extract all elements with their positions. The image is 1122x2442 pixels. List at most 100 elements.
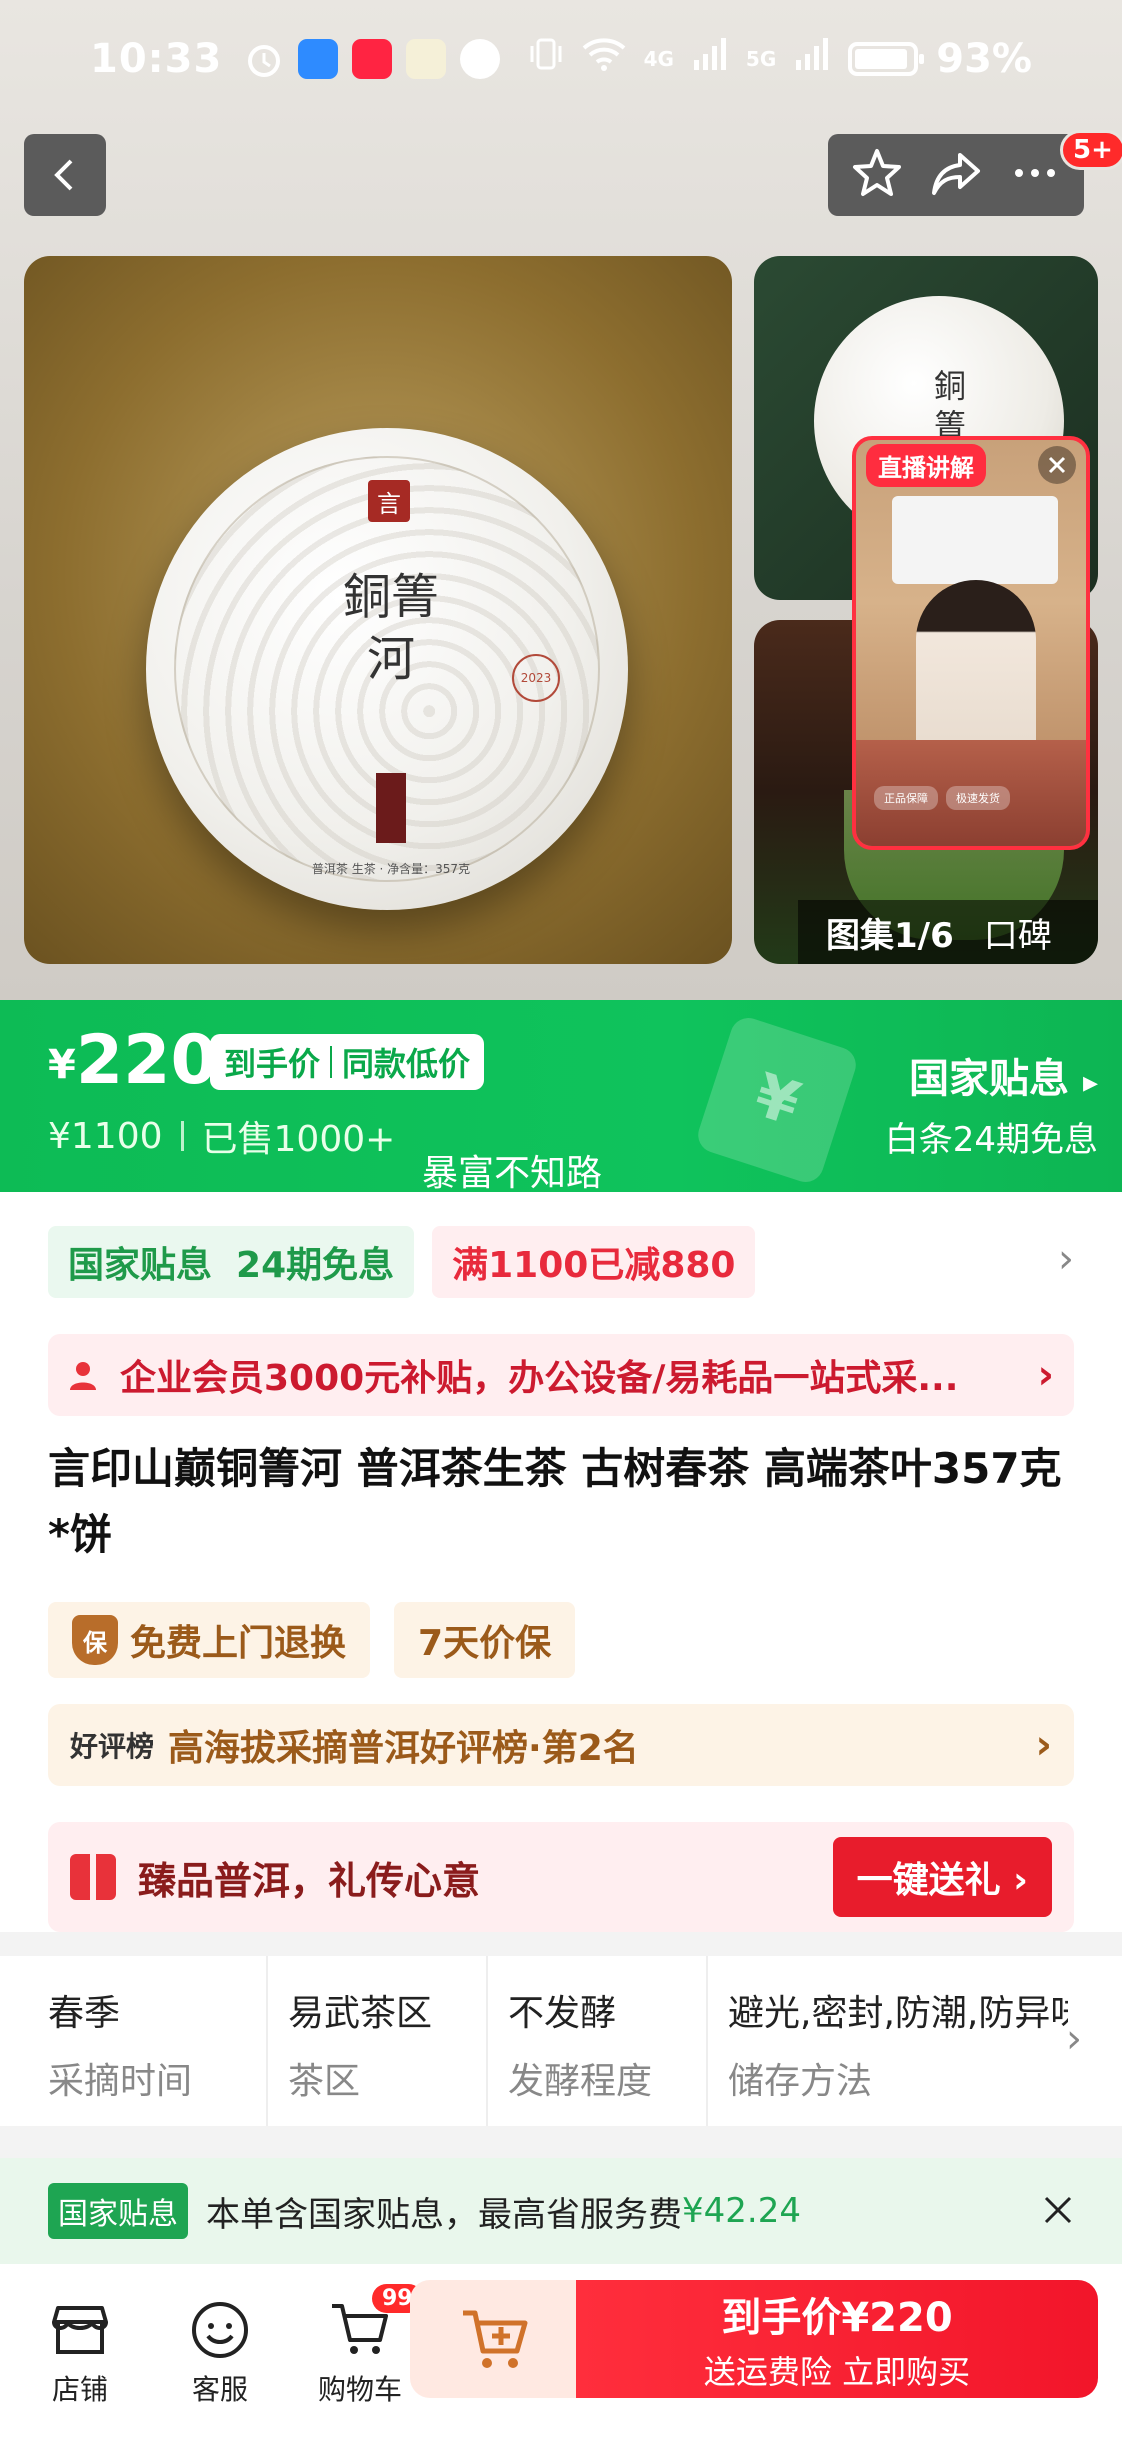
service-row: 保 免费上门退换 7天价保: [48, 1602, 576, 1678]
share-button[interactable]: [930, 147, 982, 203]
add-to-cart-button[interactable]: [410, 2280, 580, 2398]
sold-count: 已售1000+: [201, 1119, 396, 1160]
price-tag-1: 到手价: [224, 1045, 321, 1083]
chevron-right-icon: ›: [1037, 1352, 1054, 1398]
live-tag: 直播讲解: [866, 443, 986, 487]
chevron-right-icon[interactable]: ›: [1066, 2016, 1082, 2062]
product-title: 言印山巅铜箐河 普洱茶生茶 古树春茶 高端茶叶357克*饼: [48, 1444, 1062, 1559]
store-button[interactable]: 店铺: [20, 2298, 140, 2408]
send-gift-label: 一键送礼: [856, 1860, 1001, 1901]
send-gift-button[interactable]: 一键送礼 ›: [832, 1837, 1052, 1917]
attr-key: 储存方法: [728, 2061, 873, 2102]
promo-discount[interactable]: 满1100已减880: [432, 1226, 756, 1298]
live-header: 直播讲解: [856, 440, 1086, 490]
rank-bar[interactable]: 好评榜 高海拔采摘普洱好评榜·第2名 ›: [48, 1704, 1074, 1786]
price-tag-separator: [330, 1046, 333, 1078]
battery-icon: [848, 42, 925, 76]
more-badge: 5+: [1060, 130, 1122, 170]
favorite-button[interactable]: [851, 147, 903, 203]
price-currency: ¥: [48, 1042, 76, 1088]
cart-button[interactable]: 99 购物车: [300, 2284, 423, 2408]
subsidy-sub: 白条24期免息: [884, 1120, 1098, 1160]
ticket-icon: ¥: [693, 1013, 861, 1187]
buy-now-button[interactable]: 到手价¥220 送运费险 立即购买: [576, 2280, 1098, 2398]
notice-close-button[interactable]: [1042, 2186, 1074, 2237]
service-return-text: 免费上门退换: [130, 1623, 347, 1664]
live-btn-2: 极速发货: [946, 786, 1010, 810]
gallery-counter: 图集1/6: [826, 915, 954, 956]
cake-stamp: 2023: [512, 654, 560, 702]
cake-red-label: [376, 773, 406, 843]
app-icon-red: [352, 39, 393, 79]
service-return[interactable]: 保 免费上门退换: [48, 1602, 371, 1678]
attr-pick-time: 春季 采摘时间: [48, 1956, 268, 2126]
attr-value: 不发酵: [508, 1993, 617, 2034]
signal-icon: [692, 36, 728, 82]
status-time: 10:33: [90, 36, 223, 82]
subsidy-link[interactable]: 国家贴息 ▸ 白条24期免息: [885, 1046, 1098, 1161]
live-close-button[interactable]: [1038, 446, 1076, 484]
customer-service-button[interactable]: 客服: [160, 2298, 280, 2408]
subsidy-title-text: 国家贴息: [909, 1056, 1069, 1102]
attr-fermentation: 不发酵 发酵程度: [488, 1956, 708, 2126]
review-label[interactable]: 口碑: [984, 908, 1052, 957]
cake-title: 銅箐河: [342, 569, 439, 687]
price-sub: ¥1100 已售1000+: [48, 1110, 395, 1162]
notice-tag: 国家贴息: [48, 2183, 188, 2239]
close-icon: [1044, 2196, 1072, 2223]
more-button[interactable]: [1009, 147, 1061, 203]
price-main: ¥ 220: [48, 1026, 218, 1096]
watermark: 暴富不知路: [422, 1153, 603, 1194]
store-label: 店铺: [51, 2373, 108, 2406]
gallery-label[interactable]: 图集1/6 口碑: [798, 900, 1098, 964]
chevron-right-icon: ›: [1035, 1722, 1052, 1768]
live-buttons: 正品保障 极速发货: [874, 786, 1010, 810]
price-tag-2: 同款低价: [342, 1045, 471, 1083]
original-price: ¥1100: [48, 1115, 163, 1157]
share-icon: [931, 153, 980, 195]
enterprise-vip-text: 企业会员3000元补贴，办公设备/易耗品一站式采...: [120, 1358, 959, 1399]
app-icon-white: [460, 39, 501, 79]
tea-cake-image: 言 銅箐河 2023 普洱茶 生茶 · 净含量：357克: [146, 428, 628, 910]
signal-icon-2: [794, 36, 830, 82]
cake-seal: 言: [368, 480, 410, 522]
shield-icon: 保: [72, 1615, 118, 1665]
price-divider: [180, 1121, 184, 1151]
product-info-card: 国家贴息 24期免息 满1100已减880 › 企业会员3000元补贴，办公设备…: [0, 1192, 1122, 1932]
status-bar: 10:33 4G 5G 93%: [0, 0, 1122, 118]
alarm-icon: [244, 39, 284, 79]
notice-amount: ¥42.24: [682, 2191, 801, 2231]
service-price-protect[interactable]: 7天价保: [394, 1602, 576, 1678]
close-icon: [1048, 456, 1066, 474]
main-product-image[interactable]: 言 銅箐河 2023 普洱茶 生茶 · 净含量：357克: [24, 256, 732, 964]
attr-key: 采摘时间: [48, 2061, 193, 2102]
vibrate-icon: [528, 34, 564, 84]
promo-subsidy[interactable]: 国家贴息 24期免息: [48, 1226, 415, 1298]
attr-value: 春季: [48, 1993, 121, 2034]
subsidy-title: 国家贴息 ▸: [885, 1046, 1098, 1104]
back-button[interactable]: [24, 134, 106, 216]
live-screen: [892, 496, 1058, 584]
cart-label: 购物车: [317, 2373, 402, 2406]
star-icon: [853, 149, 902, 196]
attr-region: 易武茶区 茶区: [268, 1956, 488, 2126]
attr-value: 易武茶区: [288, 1993, 433, 2034]
live-stream-window[interactable]: 正品保障 极速发货 直播讲解: [852, 436, 1090, 850]
price-amount: 220: [75, 1021, 218, 1100]
promo-interest-free: 24期免息: [236, 1245, 395, 1286]
more-icon: [1014, 169, 1055, 177]
cake-small-text: 普洱茶 生茶 · 净含量：357克: [311, 862, 471, 876]
customer-service-label: 客服: [191, 2373, 248, 2406]
buy-main-label: 到手价¥220: [721, 2295, 953, 2341]
battery-level: 93%: [936, 36, 1032, 82]
chevron-right-icon[interactable]: ›: [1058, 1236, 1074, 1282]
buy-sub-label: 送运费险 立即购买: [703, 2353, 971, 2391]
attributes-card[interactable]: 春季 采摘时间 易武茶区 茶区 不发酵 发酵程度 避光,密封,防潮,防异味 储存…: [0, 1956, 1122, 2126]
enterprise-vip-bar[interactable]: 企业会员3000元补贴，办公设备/易耗品一站式采... ›: [48, 1334, 1074, 1416]
rank-text: 高海拔采摘普洱好评榜·第2名: [168, 1728, 639, 1769]
rank-tag: 好评榜: [70, 1730, 155, 1763]
network-5g: 5G: [745, 47, 777, 71]
live-host: [916, 580, 1036, 750]
promo-row[interactable]: 国家贴息 24期免息 满1100已减880: [48, 1226, 756, 1298]
chat-smile-icon: [192, 2302, 248, 2358]
